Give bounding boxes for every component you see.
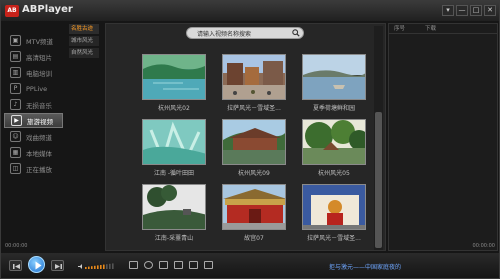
video-browser: 请输入视频名称搜索 杭州风光02 拉萨风光－雪域圣... 夏季荷塘鲜和园 江南 … [105, 23, 386, 251]
search-icon[interactable] [292, 29, 300, 37]
skip-back-icon [13, 264, 20, 269]
volume-slider[interactable] [78, 262, 114, 269]
video-thumbnail[interactable] [302, 54, 366, 100]
nav-item-travel-video[interactable]: ▶ 旅游视频 [4, 113, 63, 128]
screenshot-icon[interactable] [174, 261, 183, 269]
app-logo: AB [5, 5, 19, 17]
next-button[interactable] [51, 260, 64, 271]
nav-item-pplive[interactable]: P PPLive [4, 81, 63, 96]
nav-item-label: 正在播放 [26, 165, 52, 174]
download-panel: 序号 下载 [388, 23, 498, 251]
pplive-icon: P [10, 83, 21, 94]
video-tile[interactable]: 杭州风光09 [222, 119, 286, 177]
video-thumbnail[interactable] [302, 184, 366, 230]
subcategory-list: 名胜古迹 城市风光 自然风光 [69, 24, 99, 60]
playlist-icon[interactable] [159, 261, 168, 269]
video-tile[interactable]: 夏季荷塘鲜和园 [302, 54, 366, 112]
nav-item-opera[interactable]: ☺ 戏曲频道 [4, 129, 63, 144]
computer-icon: ▥ [10, 67, 21, 78]
nav-item-label: 电脑培训 [26, 69, 52, 78]
video-thumbnail[interactable] [222, 54, 286, 100]
video-tile[interactable]: 拉萨风光－雪域圣... [222, 54, 286, 112]
video-thumbnail[interactable] [222, 184, 286, 230]
playback-controls: 拒与激元——中国家庭夜的 [1, 253, 499, 278]
travel-video-icon: ▶ [11, 115, 22, 126]
ad-link[interactable]: 拒与激元——中国家庭夜的 [329, 262, 401, 271]
title-bar[interactable]: AB ABPlayer ▾ — □ ✕ [1, 1, 499, 21]
local-media-icon: ▦ [10, 147, 21, 158]
open-folder-icon[interactable] [129, 261, 138, 269]
maximize-button[interactable]: □ [470, 5, 482, 16]
close-button[interactable]: ✕ [484, 5, 496, 16]
menu-button[interactable]: ▾ [442, 5, 454, 16]
col-download-header: 下载 [425, 26, 437, 32]
nav-item-label: MTV频道 [26, 37, 54, 46]
nav-item-now-playing[interactable]: ◫ 正在播放 [4, 161, 63, 176]
subcat-city-scenery[interactable]: 城市风光 [69, 36, 99, 46]
video-tile[interactable]: 杭州风光02 [142, 54, 206, 112]
now-playing-icon: ◫ [10, 163, 21, 174]
video-title: 拉萨风光－雪域圣... [307, 235, 361, 242]
nav-item-mtv[interactable]: ▣ MTV频道 [4, 33, 63, 48]
col-index-header: 序号 [394, 26, 406, 32]
video-tile[interactable]: 江南-采薹青山 [142, 184, 206, 242]
video-title: 杭州风光09 [238, 170, 270, 177]
video-title: 江南-采薹青山 [154, 235, 194, 242]
scrollbar-thumb[interactable] [375, 112, 382, 248]
category-nav: ▣ MTV频道 ▤ 高清短片 ▥ 电脑培训 P PPLive ♪ 无损音乐 ▶ … [4, 33, 63, 177]
nav-item-label: 高清短片 [26, 53, 52, 62]
video-tile[interactable]: 故宫07 [222, 184, 286, 242]
video-title: 杭州风光02 [158, 105, 190, 112]
video-tile[interactable]: 拉萨风光－雪域圣... [302, 184, 366, 242]
search-placeholder: 请输入视频名称搜索 [197, 31, 252, 38]
video-thumbnail[interactable] [302, 119, 366, 165]
fullscreen-icon[interactable] [204, 261, 213, 269]
search-input[interactable]: 请输入视频名称搜索 [186, 27, 304, 39]
opera-icon: ☺ [10, 131, 21, 142]
music-video-icon: ▣ [10, 35, 21, 46]
video-thumbnail[interactable] [142, 184, 206, 230]
play-button[interactable] [28, 256, 45, 273]
skip-forward-icon [55, 264, 62, 269]
nav-item-label: 戏曲频道 [26, 133, 52, 142]
subcat-nature-scenery[interactable]: 自然风光 [69, 48, 99, 58]
play-icon [35, 261, 42, 270]
video-title: 拉萨风光－雪域圣... [227, 105, 281, 112]
nav-item-label: 旅游视频 [27, 117, 53, 126]
nav-item-local-media[interactable]: ▦ 本地媒体 [4, 145, 63, 160]
content-scrollbar[interactable] [374, 26, 383, 250]
record-icon[interactable] [144, 261, 153, 269]
camera-icon[interactable] [189, 261, 198, 269]
video-thumbnail[interactable] [142, 54, 206, 100]
playback-timeline[interactable]: 00:00:00 00:00:00 [1, 243, 499, 251]
subcat-historic-sites[interactable]: 名胜古迹 [69, 24, 99, 34]
video-title: 杭州风光05 [318, 170, 350, 177]
video-title: 故宫07 [244, 235, 264, 242]
video-tile[interactable]: 江南 -循叶田田 [142, 119, 206, 177]
video-tile[interactable]: 杭州风光05 [302, 119, 366, 177]
video-thumbnail[interactable] [222, 119, 286, 165]
nav-item-computer-training[interactable]: ▥ 电脑培训 [4, 65, 63, 80]
music-note-icon: ♪ [10, 99, 21, 110]
video-title: 江南 -循叶田田 [153, 170, 195, 177]
nav-item-label: 无损音乐 [26, 101, 52, 110]
total-time: 00:00:00 [472, 243, 495, 249]
app-title: ABPlayer [22, 4, 73, 15]
nav-item-label: 本地媒体 [26, 149, 52, 158]
hd-clip-icon: ▤ [10, 51, 21, 62]
video-title: 夏季荷塘鲜和园 [312, 105, 355, 112]
download-panel-header: 序号 下载 [389, 24, 497, 34]
video-thumbnail[interactable] [142, 119, 206, 165]
nav-item-lossless-music[interactable]: ♪ 无损音乐 [4, 97, 63, 112]
nav-item-label: PPLive [26, 84, 48, 93]
minimize-button[interactable]: — [456, 5, 468, 16]
nav-item-hd-clips[interactable]: ▤ 高清短片 [4, 49, 63, 64]
elapsed-time: 00:00:00 [5, 243, 28, 249]
previous-button[interactable] [9, 260, 22, 271]
abplayer-window: AB ABPlayer ▾ — □ ✕ ▣ MTV频道 ▤ 高清短片 ▥ 电脑培… [0, 0, 500, 279]
